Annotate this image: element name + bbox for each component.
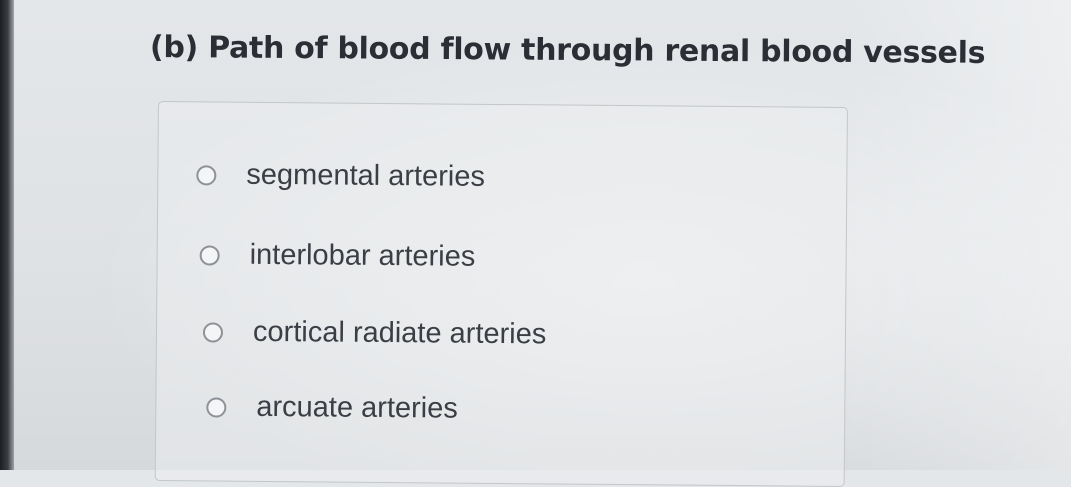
option-cortical-radiate-arteries[interactable]: cortical radiate arteries bbox=[202, 315, 547, 351]
option-interlobar-arteries[interactable]: interlobar arteries bbox=[199, 238, 476, 273]
option-label: segmental arteries bbox=[246, 158, 486, 193]
answer-options-box: segmental arteries interlobar arteries c… bbox=[154, 101, 848, 487]
option-segmental-arteries[interactable]: segmental arteries bbox=[196, 158, 485, 194]
question-heading: (b) Path of blood flow through renal blo… bbox=[149, 30, 986, 71]
option-label: arcuate arteries bbox=[256, 390, 458, 425]
option-label: cortical radiate arteries bbox=[252, 315, 547, 351]
radio-button-icon[interactable] bbox=[202, 321, 224, 343]
radio-button-icon[interactable] bbox=[196, 164, 217, 186]
radio-button-icon[interactable] bbox=[206, 396, 227, 418]
option-arcuate-arteries[interactable]: arcuate arteries bbox=[206, 390, 458, 425]
monitor-bezel bbox=[0, 0, 14, 470]
radio-button-icon[interactable] bbox=[199, 244, 220, 266]
option-label: interlobar arteries bbox=[249, 238, 476, 273]
